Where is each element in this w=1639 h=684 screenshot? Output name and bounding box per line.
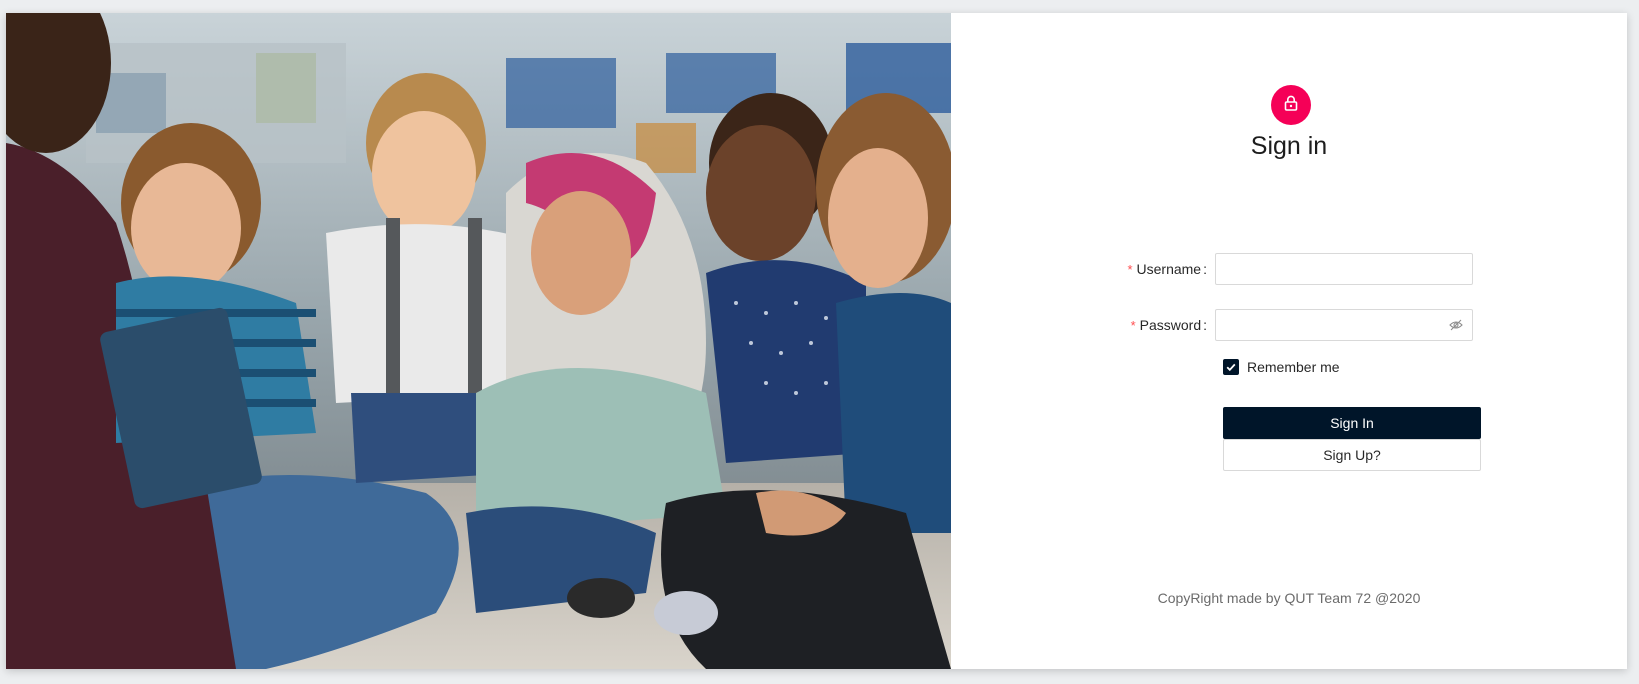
sign-in-button[interactable]: Sign In [1223, 407, 1481, 439]
eye-invisible-icon[interactable] [1449, 318, 1463, 332]
username-label-text: Username [1136, 261, 1202, 277]
required-marker: * [1130, 318, 1136, 333]
sign-up-button[interactable]: Sign Up? [1223, 439, 1481, 471]
login-card: Sign in * Username: * Password: Remember… [6, 13, 1627, 669]
remember-me-checkbox[interactable]: Remember me [1223, 359, 1340, 375]
hero-image [6, 13, 951, 669]
username-input[interactable] [1215, 253, 1473, 285]
lock-outline-icon [1282, 94, 1300, 117]
label-colon: : [1203, 317, 1207, 333]
password-input[interactable] [1215, 309, 1473, 341]
page-title: Sign in [1250, 132, 1328, 160]
sign-in-panel: Sign in * Username: * Password: Remember… [951, 13, 1627, 669]
password-field [1215, 309, 1473, 341]
lock-avatar [1271, 85, 1311, 125]
password-row: * Password: [951, 309, 1473, 341]
required-marker: * [1127, 262, 1133, 277]
password-label-text: Password [1139, 317, 1202, 333]
username-row: * Username: [951, 253, 1473, 285]
label-colon: : [1203, 261, 1207, 277]
remember-me-label: Remember me [1247, 359, 1340, 375]
checkbox-checked-icon[interactable] [1223, 359, 1239, 375]
copyright-text: CopyRight made by QUT Team 72 @2020 [1157, 590, 1421, 606]
username-label: * Username: [951, 261, 1215, 277]
password-label: * Password: [951, 317, 1215, 333]
